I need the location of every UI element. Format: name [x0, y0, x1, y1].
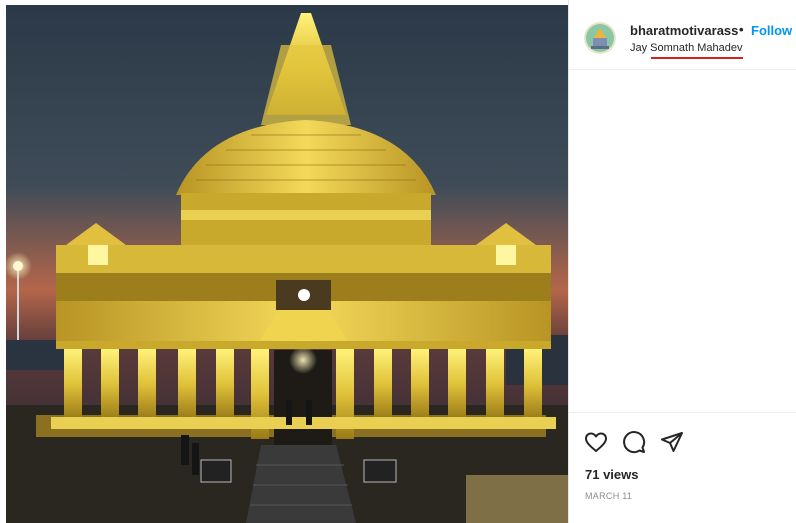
separator-dot: •	[739, 22, 744, 37]
post-date: MARCH 11	[585, 491, 633, 501]
avatar-image	[584, 22, 616, 54]
heart-icon[interactable]	[584, 430, 608, 454]
view-count[interactable]: 71 views	[585, 467, 639, 482]
username-link[interactable]: bharatmotivarass	[630, 23, 738, 38]
post-side-panel: bharatmotivarass • Follow Jay Somnath Ma…	[568, 0, 796, 523]
post-actions: 71 views MARCH 11	[569, 412, 796, 523]
post-header: bharatmotivarass • Follow Jay Somnath Ma…	[569, 0, 796, 70]
annotation-underline	[651, 57, 743, 59]
location-link[interactable]: Jay Somnath Mahadev	[630, 42, 743, 54]
post-media[interactable]	[6, 5, 568, 523]
avatar[interactable]	[584, 22, 616, 54]
temple-photo	[6, 5, 568, 523]
comment-icon[interactable]	[622, 430, 646, 454]
paper-plane-icon[interactable]	[660, 430, 684, 454]
follow-button[interactable]: Follow	[751, 23, 792, 38]
